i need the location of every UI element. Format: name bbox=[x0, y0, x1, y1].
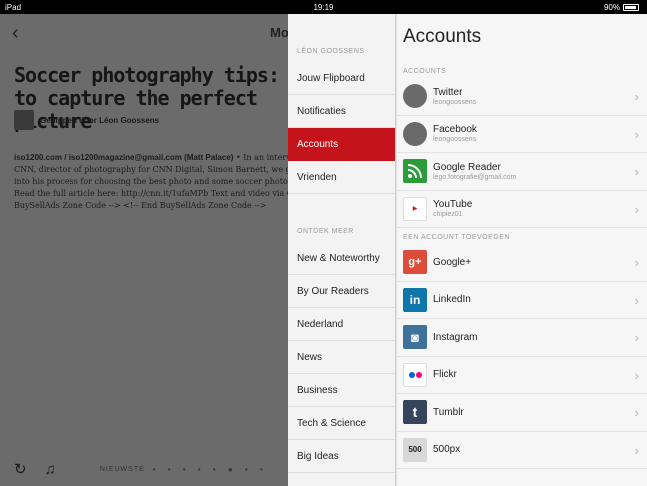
tumblr-icon: t bbox=[403, 400, 427, 425]
newest-label: NIEUWSTE bbox=[99, 465, 145, 473]
service-name: Google+ bbox=[433, 256, 472, 268]
article-source: iso1200.com / iso1200magazine@gmail.com … bbox=[14, 153, 234, 162]
flickr-icon bbox=[403, 362, 427, 387]
back-arrow-icon[interactable]: ‹ bbox=[12, 22, 19, 45]
menu-section-discover: ONTDEK MEER bbox=[297, 228, 354, 235]
sidebar-item-news[interactable]: News bbox=[288, 341, 395, 374]
chevron-right-icon: › bbox=[634, 442, 639, 458]
500px-icon: 500 bbox=[403, 437, 427, 462]
add-account-flickr[interactable]: Flickr › bbox=[397, 357, 647, 394]
page-title: Accounts bbox=[403, 26, 482, 47]
sidebar-item-new-noteworthy[interactable]: New & Noteworthy bbox=[288, 242, 395, 275]
sidebar-item-notificaties[interactable]: Notificaties bbox=[288, 95, 395, 128]
service-name: LinkedIn bbox=[433, 294, 471, 306]
chevron-right-icon: › bbox=[634, 164, 639, 179]
add-account-section-header: EEN ACCOUNT TOEVOEGEN bbox=[403, 234, 510, 241]
add-account-500px[interactable]: 500 500px › bbox=[397, 432, 647, 469]
service-name: Instagram bbox=[433, 331, 478, 343]
battery-percent: 90% bbox=[603, 3, 620, 12]
account-username: leongoossens bbox=[433, 98, 477, 106]
sidebar-item-accounts[interactable]: Accounts bbox=[288, 128, 395, 161]
byline: Geflipped door Léon Goossens bbox=[14, 110, 159, 130]
page-dots[interactable]: • • • • • ● • • bbox=[153, 465, 268, 474]
article-background: ‹ Mo Soccer photography tips: How to cap… bbox=[0, 14, 290, 486]
sidebar-menu: LÉON GOOSSENS Jouw Flipboard Notificatie… bbox=[288, 14, 396, 486]
sidebar-item-big-ideas[interactable]: Big Ideas bbox=[288, 440, 395, 473]
add-account-tumblr[interactable]: t Tumblr › bbox=[397, 394, 647, 432]
status-bar: iPad 19:19 90% bbox=[0, 0, 647, 14]
chevron-right-icon: › bbox=[634, 126, 639, 142]
facebook-avatar-icon bbox=[403, 121, 427, 146]
accounts-section-header: ACCOUNTS bbox=[403, 68, 447, 75]
chevron-right-icon: › bbox=[634, 201, 639, 217]
add-account-linkedin[interactable]: in LinkedIn › bbox=[397, 282, 647, 319]
article-toolbar: ↻ ♫ NIEUWSTE • • • • • ● • • bbox=[14, 459, 290, 479]
battery-indicator: 90% bbox=[604, 3, 639, 12]
account-username: chipiez01 bbox=[433, 211, 463, 219]
refresh-icon[interactable]: ↻ bbox=[14, 460, 27, 478]
service-name: Tumblr bbox=[433, 406, 464, 418]
account-username: lego.fotografie@gmail.com bbox=[433, 173, 517, 181]
account-name: Facebook bbox=[433, 124, 477, 136]
chevron-right-icon: › bbox=[634, 292, 639, 308]
account-name: YouTube bbox=[433, 199, 473, 211]
service-name: Flickr bbox=[433, 369, 457, 381]
article-body: iso1200.com / iso1200magazine@gmail.com … bbox=[14, 152, 290, 212]
chevron-right-icon: › bbox=[634, 367, 639, 383]
rss-icon bbox=[403, 159, 427, 184]
twitter-avatar-icon bbox=[403, 84, 427, 109]
chevron-right-icon: › bbox=[634, 330, 639, 345]
linkedin-icon: in bbox=[403, 287, 427, 312]
byline-text: Geflipped door Léon Goossens bbox=[40, 115, 160, 125]
youtube-icon: ▶ bbox=[403, 196, 427, 221]
account-row-google-reader[interactable]: Google Reader lego.fotografie@gmail.com … bbox=[397, 153, 647, 191]
add-account-google-plus[interactable]: g+ Google+ › bbox=[397, 244, 647, 282]
service-name: 500px bbox=[433, 444, 461, 456]
account-username: leongoossens bbox=[433, 136, 477, 144]
account-name: Google Reader bbox=[433, 161, 501, 173]
account-row-youtube[interactable]: ▶ YouTube chipiez01 › bbox=[397, 191, 647, 228]
menu-section-user: LÉON GOOSSENS bbox=[297, 48, 365, 55]
add-account-instagram[interactable]: ◙ Instagram › bbox=[397, 319, 647, 357]
chevron-right-icon: › bbox=[634, 89, 639, 104]
instagram-icon: ◙ bbox=[403, 325, 427, 350]
account-row-twitter[interactable]: Twitter leongoossens › bbox=[397, 78, 647, 116]
sidebar-item-jouw-flipboard[interactable]: Jouw Flipboard bbox=[288, 62, 395, 95]
sidebar-item-vrienden[interactable]: Vrienden bbox=[288, 161, 395, 194]
clock: 19:19 bbox=[313, 3, 334, 12]
sidebar-item-business[interactable]: Business bbox=[288, 374, 395, 407]
sidebar-item-nederland[interactable]: Nederland bbox=[288, 308, 395, 341]
avatar bbox=[14, 110, 34, 130]
accounts-panel: Accounts ACCOUNTS Twitter leongoossens ›… bbox=[396, 14, 647, 486]
battery-icon bbox=[623, 4, 639, 11]
sidebar-item-by-our-readers[interactable]: By Our Readers bbox=[288, 275, 395, 308]
sidebar-item-tech-science[interactable]: Tech & Science bbox=[288, 407, 395, 440]
chevron-right-icon: › bbox=[634, 255, 639, 270]
chevron-right-icon: › bbox=[634, 405, 639, 420]
section-title: Mo bbox=[270, 25, 289, 40]
menu-spacer bbox=[288, 194, 395, 222]
music-note-icon[interactable]: ♫ bbox=[45, 461, 56, 478]
account-name: Twitter bbox=[433, 86, 463, 98]
menu-spacer bbox=[288, 14, 395, 42]
account-row-facebook[interactable]: Facebook leongoossens › bbox=[397, 116, 647, 153]
google-plus-icon: g+ bbox=[403, 250, 427, 275]
